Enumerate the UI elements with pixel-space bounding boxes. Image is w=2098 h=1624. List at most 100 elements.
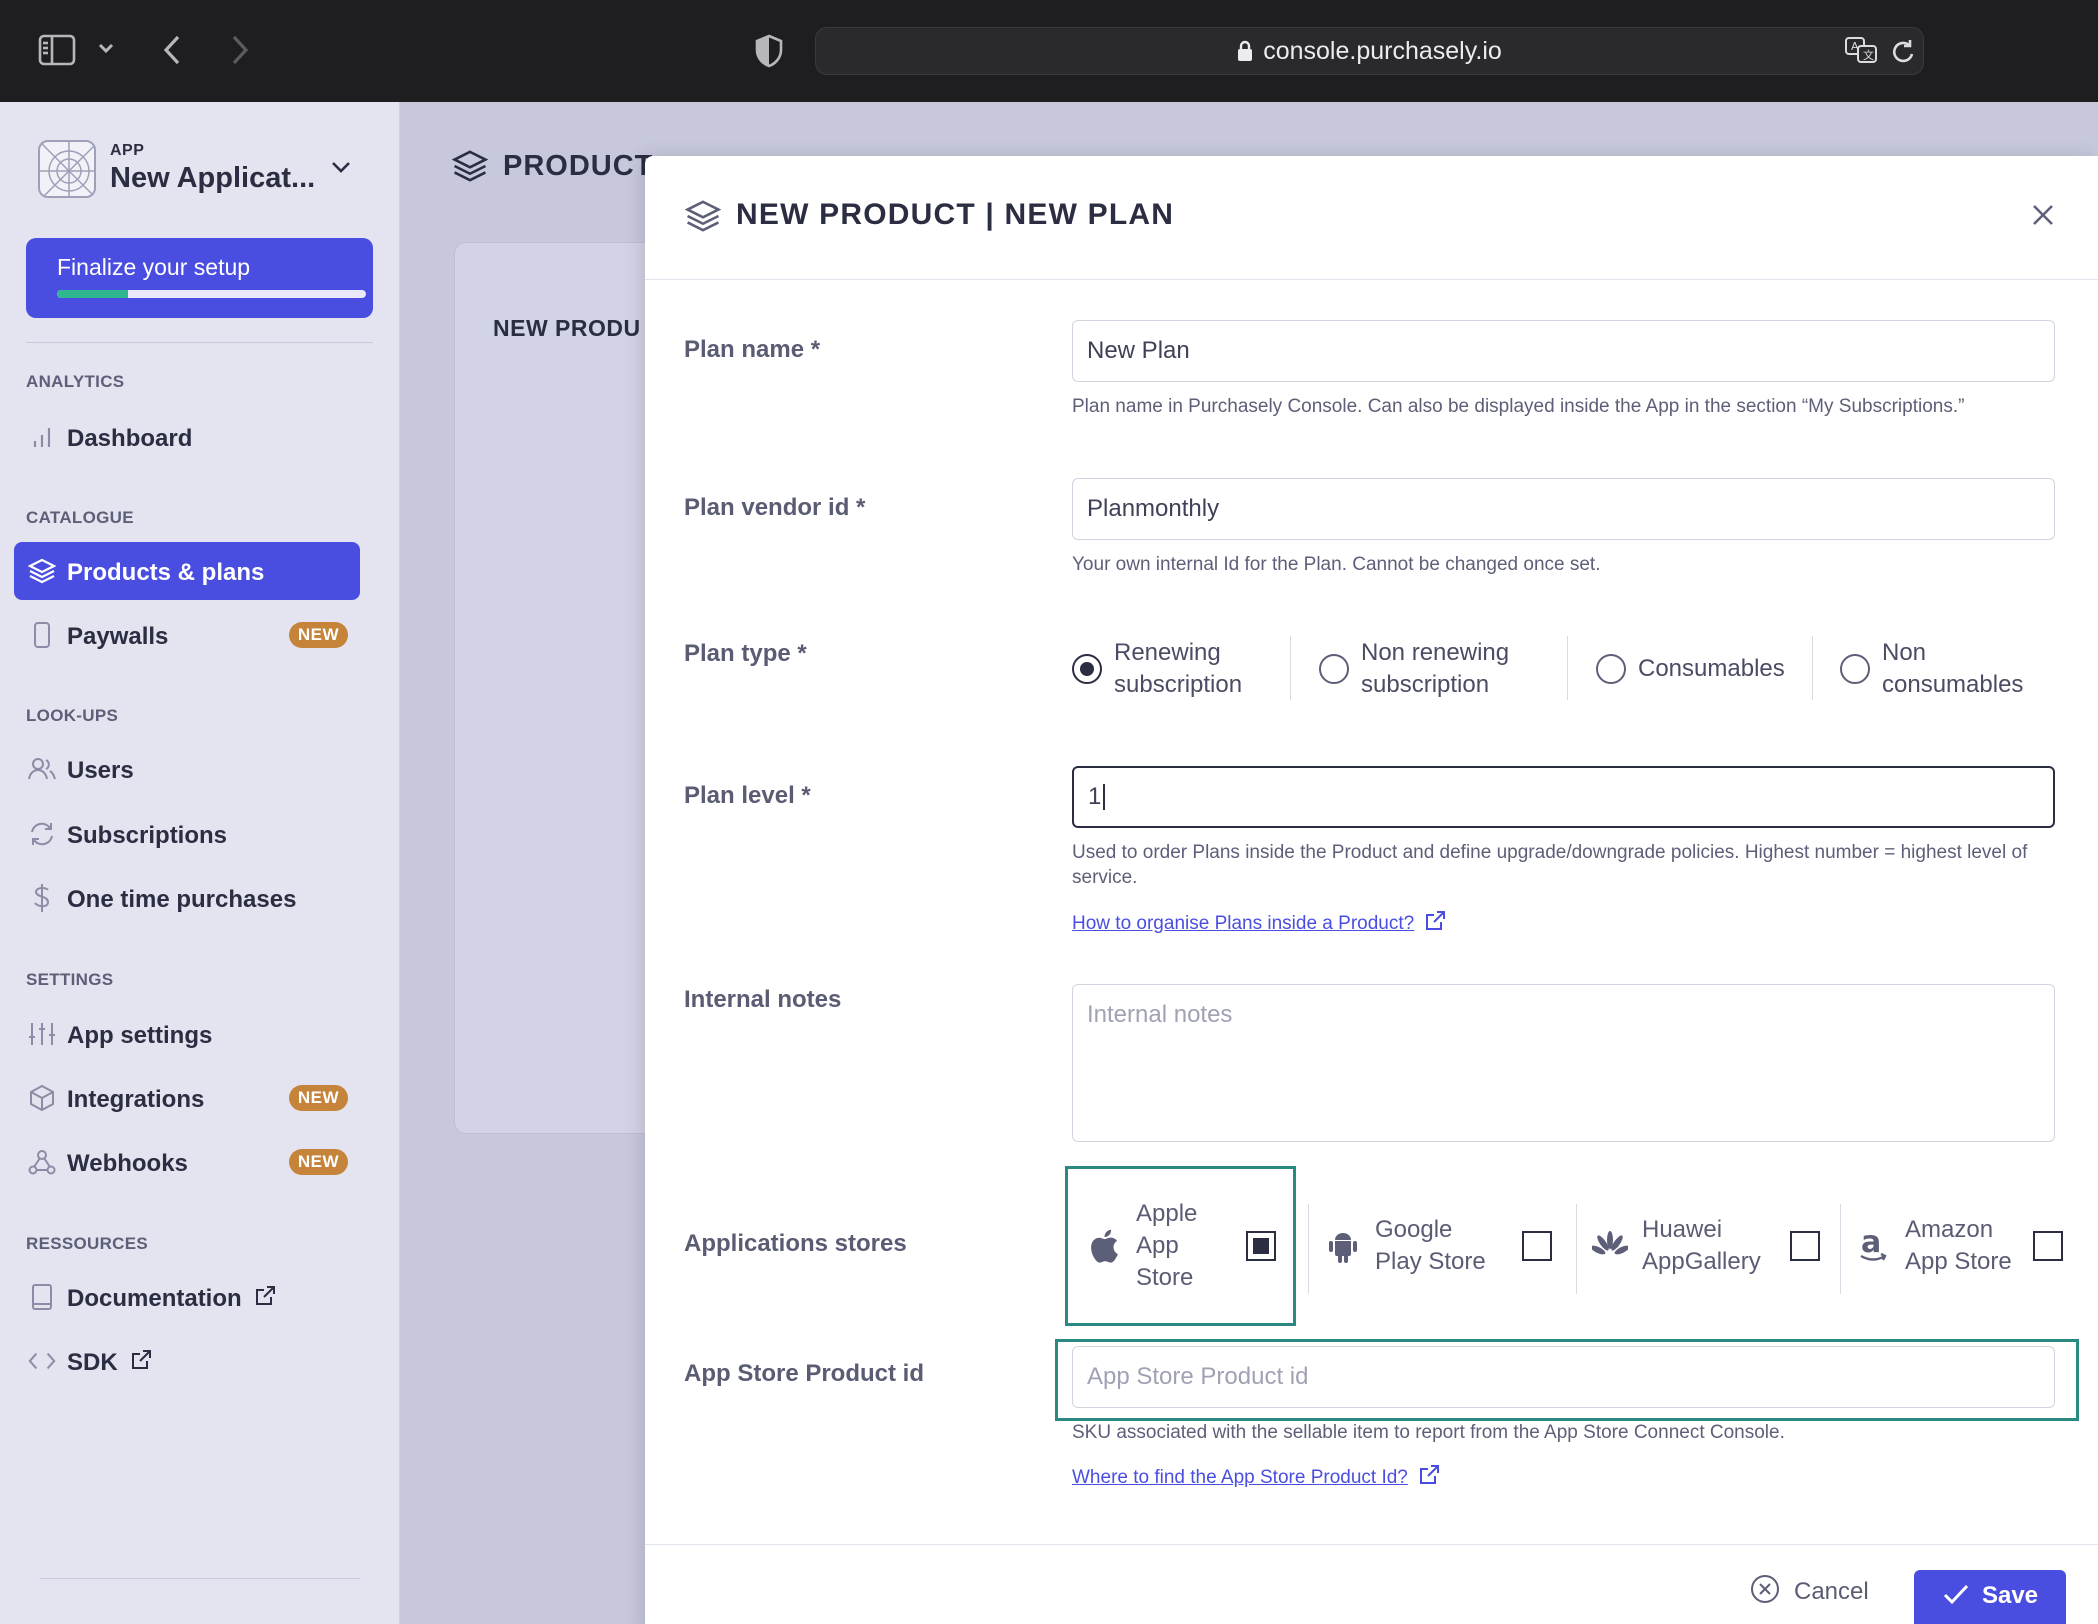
sidebar-item-label: App settings <box>67 1022 213 1049</box>
sidebar-item-label: Paywalls <box>67 623 169 650</box>
radio-button[interactable] <box>1319 654 1349 684</box>
footer-divider <box>645 1544 2098 1545</box>
store-apple-app-store[interactable]: Apple App Store <box>1065 1166 1296 1326</box>
store-name-line2: Play Store <box>1375 1248 1486 1275</box>
store-name-line1: Apple <box>1136 1200 1198 1227</box>
finalize-setup-button[interactable]: Finalize your setup <box>26 238 373 318</box>
app-logo <box>38 140 96 198</box>
store-name-line3: Store <box>1136 1264 1194 1291</box>
plan-vendor-id-label: Plan vendor id * <box>684 494 866 521</box>
app-store-product-id-input[interactable]: App Store Product id <box>1072 1346 2055 1408</box>
bar-chart-icon <box>28 423 56 451</box>
users-icon <box>28 755 56 783</box>
radio-button[interactable] <box>1840 654 1870 684</box>
setup-progress-bar <box>57 290 366 298</box>
sidebar-item-webhooks[interactable]: Webhooks NEW <box>14 1133 360 1191</box>
divider <box>1290 636 1291 700</box>
stores-group: Apple App Store Google Play Store Huawei App… <box>1065 1166 2065 1326</box>
sidebar-item-label: Dashboard <box>67 425 193 452</box>
store-name-line2: App Store <box>1905 1248 2012 1275</box>
sidebar-item-one-time-purchases[interactable]: One time purchases <box>14 869 360 927</box>
sidebar-item-integrations[interactable]: Integrations NEW <box>14 1069 360 1127</box>
radio-non-renewing-subscription[interactable]: Non renewing subscription <box>1319 634 1509 704</box>
sidebar-item-users[interactable]: Users <box>14 740 360 798</box>
plan-vendor-id-help: Your own internal Id for the Plan. Canno… <box>1072 554 1601 575</box>
layers-icon <box>684 198 722 239</box>
divider <box>1567 636 1568 700</box>
plan-name-value: New Plan <box>1087 337 1190 364</box>
sidebar-item-documentation[interactable]: Documentation <box>14 1268 360 1326</box>
plan-type-label: Plan type * <box>684 640 807 667</box>
store-name: Huawei AppGallery <box>1642 1214 1761 1278</box>
close-icon[interactable] <box>2028 200 2058 230</box>
sidebar-toggle-icon[interactable] <box>38 34 76 66</box>
store-name: Amazon App Store <box>1905 1214 2012 1278</box>
store-checkbox[interactable] <box>1790 1231 1820 1261</box>
app-store-product-id-help: SKU associated with the sellable item to… <box>1072 1422 1785 1443</box>
sidebar-item-sdk[interactable]: SDK <box>14 1332 360 1390</box>
radio-button[interactable] <box>1072 654 1102 684</box>
translate-icon[interactable]: A文 <box>1844 36 1880 66</box>
store-name-line1: Amazon <box>1905 1216 1994 1243</box>
new-badge: NEW <box>288 1149 348 1175</box>
divider <box>40 1578 360 1579</box>
plan-level-label: Plan level * <box>684 782 811 809</box>
sidebar-item-app-settings[interactable]: App settings <box>14 1005 360 1063</box>
store-checkbox[interactable] <box>1246 1231 1276 1261</box>
radio-non-consumables[interactable]: Non consumables <box>1840 634 2023 704</box>
forward-icon[interactable] <box>230 34 250 66</box>
radio-button[interactable] <box>1596 654 1626 684</box>
store-checkbox[interactable] <box>1522 1231 1552 1261</box>
store-name: Apple App Store <box>1136 1198 1197 1294</box>
section-catalogue: CATALOGUE <box>26 508 134 527</box>
sidebar-item-dashboard[interactable]: Dashboard <box>14 408 360 466</box>
sidebar-item-label: Webhooks <box>67 1150 188 1177</box>
sidebar-item-subscriptions[interactable]: Subscriptions <box>14 805 360 863</box>
radio-label: Non renewing subscription <box>1361 637 1509 701</box>
organise-plans-link-text: How to organise Plans inside a Product? <box>1072 913 1415 934</box>
plan-name-help: Plan name in Purchasely Console. Can als… <box>1072 396 1965 417</box>
internal-notes-textarea[interactable]: Internal notes <box>1072 984 2055 1142</box>
radio-label-line1: Non <box>1882 639 1927 666</box>
cube-icon <box>28 1084 56 1112</box>
chevron-down-icon[interactable] <box>330 160 352 179</box>
store-amazon-app-store[interactable]: a Amazon App Store <box>1855 1166 2070 1326</box>
divider <box>1812 636 1813 700</box>
documentation-label: Documentation <box>67 1285 242 1312</box>
sidebar: APP New Applicat... Finalize your setup … <box>0 102 400 1624</box>
sidebar-item-paywalls[interactable]: Paywalls NEW <box>14 606 360 664</box>
plan-name-input[interactable]: New Plan <box>1072 320 2055 382</box>
check-icon <box>1942 1582 1970 1613</box>
lock-icon <box>1238 40 1253 61</box>
finalize-setup-label: Finalize your setup <box>57 254 251 280</box>
store-google-play[interactable]: Google Play Store <box>1325 1166 1585 1326</box>
setup-progress-fill <box>57 290 129 298</box>
find-product-id-link[interactable]: Where to find the App Store Product Id? <box>1072 1464 1440 1492</box>
cancel-button[interactable]: Cancel <box>1750 1572 1869 1612</box>
plan-level-input[interactable]: 1 <box>1072 766 2055 828</box>
plan-vendor-id-input[interactable]: Planmonthly <box>1072 478 2055 540</box>
layers-icon <box>451 148 489 189</box>
chevron-down-icon[interactable] <box>98 42 114 54</box>
save-button[interactable]: Save <box>1914 1570 2066 1624</box>
address-bar[interactable]: console.purchasely.io A文 <box>815 27 1924 75</box>
new-badge: NEW <box>288 1085 348 1111</box>
section-lookups: LOOK-UPS <box>26 706 119 725</box>
back-icon[interactable] <box>162 34 182 66</box>
reload-icon[interactable] <box>1890 38 1916 66</box>
radio-label: Consumables <box>1638 655 1785 682</box>
store-checkbox[interactable] <box>2033 1231 2063 1261</box>
code-icon <box>28 1347 56 1375</box>
browser-toolbar: console.purchasely.io A文 <box>0 0 2098 102</box>
app-store-product-id-placeholder: App Store Product id <box>1087 1363 1309 1390</box>
store-huawei-appgallery[interactable]: Huawei AppGallery <box>1592 1166 1852 1326</box>
app-switcher[interactable]: APP New Applicat... <box>38 140 368 202</box>
svg-text:a: a <box>1861 1228 1881 1260</box>
sdk-label: SDK <box>67 1349 118 1376</box>
plan-type-radio-group: Renewing subscription Non renewing subscri… <box>1072 634 2055 704</box>
organise-plans-link[interactable]: How to organise Plans inside a Product? <box>1072 910 1446 938</box>
shield-icon[interactable] <box>755 34 783 68</box>
radio-consumables[interactable]: Consumables <box>1596 634 1785 704</box>
radio-renewing-subscription[interactable]: Renewing subscription <box>1072 634 1242 704</box>
sidebar-item-products-plans[interactable]: Products & plans <box>14 542 360 600</box>
